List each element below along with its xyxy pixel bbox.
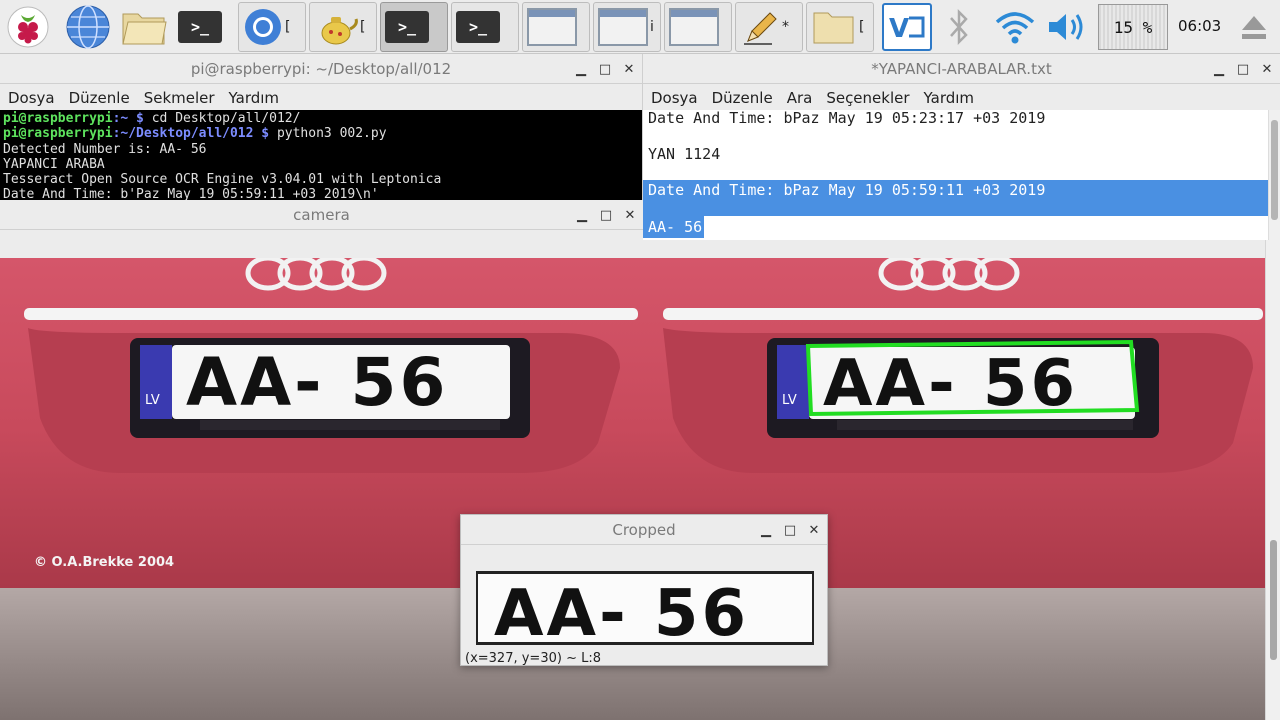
output-line: Detected Number is: AA- 56: [3, 141, 207, 157]
close-icon[interactable]: ✕: [1260, 62, 1274, 77]
scrollbar-thumb[interactable]: [1270, 540, 1277, 660]
editor-line: YAN 1124: [648, 145, 721, 163]
menu-file[interactable]: Dosya: [651, 89, 698, 107]
vnc-icon[interactable]: V: [882, 3, 932, 51]
menu-help[interactable]: Yardım: [924, 89, 975, 107]
minimize-icon[interactable]: ▁: [574, 62, 588, 77]
taskbar: >_ [ [ >_ >_ i * [V 15 % 06:03: [0, 0, 1280, 54]
menu-search[interactable]: Ara: [787, 89, 813, 107]
folder-icon: [813, 12, 854, 44]
scrollbar-thumb[interactable]: [1271, 120, 1278, 220]
terminal-icon: >_: [456, 11, 500, 43]
editor-text-area[interactable]: Date And Time: bPaz May 19 05:23:17 +03 …: [643, 109, 1269, 240]
task-label: *: [782, 19, 789, 35]
editor-line: Date And Time: bPaz May 19 05:23:17 +03 …: [648, 109, 1046, 127]
task-thonny[interactable]: [: [309, 2, 377, 52]
wifi-icon[interactable]: [994, 8, 1036, 50]
task-label: [: [859, 19, 865, 35]
window-title: *YAPANCI-ARABALAR.txt: [871, 59, 1052, 78]
prompt-path: :~ $: [112, 111, 144, 126]
maximize-icon[interactable]: □: [598, 62, 612, 77]
plate-country: LV: [782, 393, 797, 408]
web-browser-icon[interactable]: [64, 4, 112, 50]
menu-edit[interactable]: Düzenle: [69, 89, 130, 107]
task-file-manager[interactable]: [: [806, 2, 874, 52]
minimize-icon[interactable]: ▁: [759, 523, 773, 538]
output-line: Tesseract Open Source OCR Engine v3.04.0…: [3, 172, 442, 188]
task-label: [: [285, 19, 291, 35]
maximize-icon[interactable]: □: [1236, 62, 1250, 77]
bluetooth-icon[interactable]: [944, 8, 974, 50]
window-title: pi@raspberrypi: ~/Desktop/all/012: [190, 59, 452, 78]
prompt-user: pi@raspberrypi: [3, 126, 113, 142]
window-icon: [669, 8, 719, 46]
text-editor-window: *YAPANCI-ARABALAR.txt ▁ □ ✕ Dosya Düzenl…: [642, 54, 1280, 240]
editor-titlebar[interactable]: *YAPANCI-ARABALAR.txt ▁ □ ✕: [643, 54, 1280, 84]
minimize-icon[interactable]: ▁: [575, 208, 589, 223]
cropped-window: Cropped ▁ □ ✕ AA- 56 (x=327, y=30) ~ L:8: [460, 514, 828, 666]
cropped-plate-text: AA- 56: [494, 577, 749, 645]
close-icon[interactable]: ✕: [622, 62, 636, 77]
window-title: Cropped: [612, 520, 676, 539]
menu-tabs[interactable]: Sekmeler: [144, 89, 215, 107]
prompt-path: :~/Desktop/all/012 $: [112, 126, 270, 142]
cpu-monitor[interactable]: 15 %: [1098, 4, 1168, 50]
menu-edit[interactable]: Düzenle: [712, 89, 773, 107]
plate-text: AA- 56: [186, 344, 448, 421]
task-label: i: [650, 19, 654, 35]
task-chromium[interactable]: [: [238, 2, 306, 52]
selected-text: AA- 56: [643, 216, 705, 238]
menu-options[interactable]: Seçenekler: [826, 89, 909, 107]
editor-line-selected: Date And Time: bPaz May 19 05:59:11 +03 …: [643, 180, 1269, 216]
teapot-icon: [321, 17, 358, 45]
editor-scrollbar[interactable]: [1268, 110, 1280, 240]
terminal-menubar: Dosya Düzenle Sekmeler Yardım: [0, 84, 642, 112]
menu-file[interactable]: Dosya: [8, 89, 55, 107]
task-text-editor[interactable]: *: [735, 2, 803, 52]
terminal-line: pi@raspberrypi:~ $ cd Desktop/all/012/: [3, 111, 639, 126]
command: cd Desktop/all/012/: [143, 111, 301, 126]
pencil-icon: [744, 12, 777, 45]
watermark: © O.A.Brekke 2004: [34, 555, 174, 570]
terminal-line: pi@raspberrypi:~/Desktop/all/012 $ pytho…: [3, 126, 639, 141]
task-label: [: [360, 19, 366, 35]
cropped-plate-image: AA- 56: [476, 571, 814, 645]
clock[interactable]: 06:03: [1178, 17, 1221, 35]
terminal-window: pi@raspberrypi: ~/Desktop/all/012 ▁ □ ✕ …: [0, 54, 642, 202]
raspberry-menu-icon[interactable]: [4, 4, 52, 50]
pixel-status: (x=327, y=30) ~ L:8: [465, 651, 601, 665]
close-icon[interactable]: ✕: [807, 523, 821, 538]
eject-icon[interactable]: [1238, 12, 1270, 46]
file-manager-icon[interactable]: [120, 4, 168, 50]
detection-scrollbar[interactable]: [1265, 240, 1280, 720]
maximize-icon[interactable]: □: [599, 208, 613, 223]
cropped-titlebar[interactable]: Cropped ▁ □ ✕: [461, 515, 827, 545]
plate-country: LV: [145, 393, 160, 408]
window-icon: [527, 8, 577, 46]
task-window-3[interactable]: [664, 2, 732, 52]
menu-help[interactable]: Yardım: [229, 89, 280, 107]
window-icon: [598, 8, 648, 46]
window-title: camera: [293, 205, 350, 224]
close-icon[interactable]: ✕: [623, 208, 637, 223]
command: python3 002.py: [269, 126, 387, 142]
minimize-icon[interactable]: ▁: [1212, 62, 1226, 77]
output-line: YAPANCI ARABA: [3, 156, 105, 172]
task-window-1[interactable]: [522, 2, 590, 52]
terminal-titlebar[interactable]: pi@raspberrypi: ~/Desktop/all/012 ▁ □ ✕: [0, 54, 642, 84]
volume-icon[interactable]: [1046, 10, 1088, 48]
svg-text:V: V: [889, 14, 909, 44]
task-window-2[interactable]: i: [593, 2, 661, 52]
terminal-output[interactable]: pi@raspberrypi:~ $ cd Desktop/all/012/pi…: [0, 110, 642, 202]
task-terminal-2[interactable]: >_: [451, 2, 519, 52]
camera-titlebar[interactable]: camera ▁ □ ✕: [0, 200, 643, 230]
terminal-launcher-icon[interactable]: >_: [176, 4, 224, 50]
terminal-icon: >_: [385, 11, 429, 43]
editor-line-selected: AA- 56: [643, 216, 1269, 240]
maximize-icon[interactable]: □: [783, 523, 797, 538]
task-terminal-1[interactable]: >_: [380, 2, 448, 52]
prompt-user: pi@raspberrypi: [3, 111, 113, 126]
terminal-glyph: >_: [178, 11, 222, 43]
chromium-icon: [245, 9, 281, 45]
